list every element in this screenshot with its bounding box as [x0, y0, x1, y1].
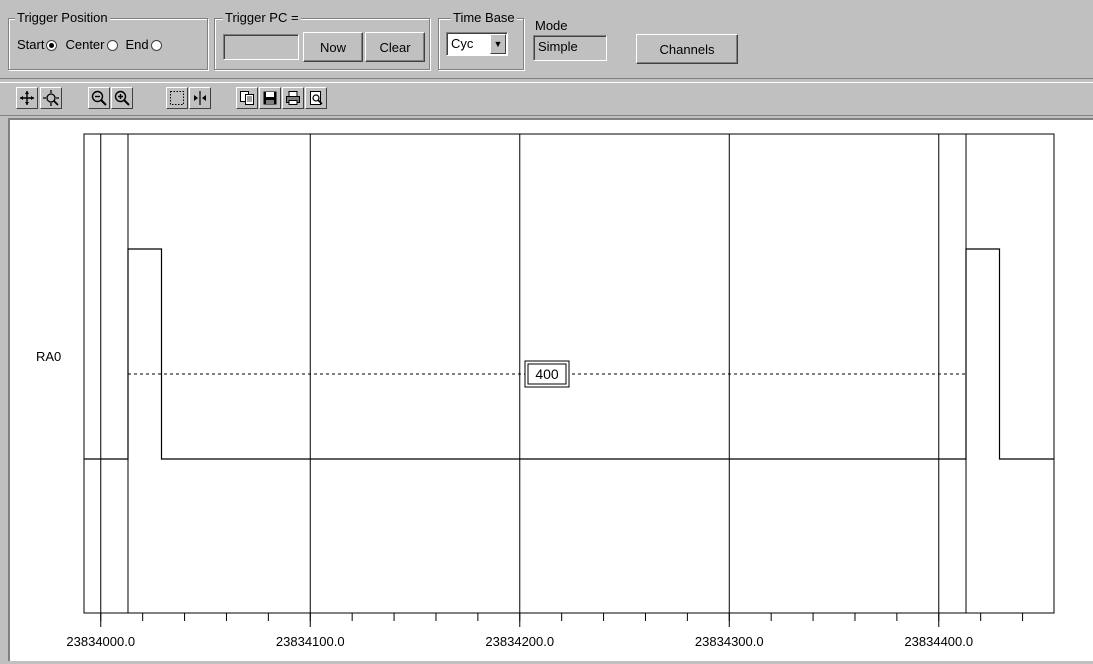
select-region-button[interactable]	[166, 87, 188, 109]
cursor-crosshair-button[interactable]	[16, 87, 38, 109]
channels-button[interactable]: Channels	[636, 34, 738, 64]
radio-center-label: Center	[65, 37, 105, 52]
time-base-group: Time Base Cyc ▼	[438, 10, 524, 70]
trigger-settings-bar: Trigger Position Start Center End Trigge…	[0, 0, 1093, 79]
zoom-in-icon	[114, 90, 130, 106]
trigger-position-group: Trigger Position Start Center End	[8, 10, 208, 70]
radio-start-label: Start	[17, 37, 45, 52]
print-button[interactable]	[282, 87, 304, 109]
save-button[interactable]	[259, 87, 281, 109]
zoom-in-button[interactable]	[111, 87, 133, 109]
zoom-fit-icon	[43, 90, 59, 106]
cursor-crosshair-icon	[20, 91, 34, 105]
channel-label: RA0	[36, 349, 61, 364]
select-region-icon	[170, 91, 184, 105]
copy-icon	[240, 91, 254, 105]
copy-button[interactable]	[236, 87, 258, 109]
print-icon	[286, 91, 300, 105]
time-base-legend: Time Base	[451, 10, 517, 26]
waveform-plot[interactable]: RA0 400 23834000.0 23834100.0 23834200.0 238…	[8, 118, 1093, 661]
toolbar	[0, 82, 1093, 116]
zoom-fit-button[interactable]	[40, 87, 62, 109]
mode-field: Simple	[533, 35, 607, 61]
save-icon	[263, 91, 277, 105]
measurement-value: 400	[535, 366, 559, 382]
print-preview-icon	[310, 91, 323, 105]
waveform-chart: RA0 400 23834000.0 23834100.0 23834200.0 238…	[36, 133, 1055, 649]
x-tick-label: 23834100.0	[276, 634, 345, 649]
marker-icon	[194, 91, 206, 105]
clear-button[interactable]: Clear	[365, 32, 425, 62]
print-preview-button[interactable]	[305, 87, 327, 109]
trigger-pc-legend: Trigger PC =	[223, 10, 301, 26]
time-base-select[interactable]: Cyc ▼	[446, 32, 508, 56]
x-tick-label: 23834200.0	[485, 634, 554, 649]
zoom-out-icon	[91, 90, 107, 106]
radio-end[interactable]	[150, 39, 162, 51]
radio-start[interactable]	[46, 39, 58, 51]
signal-trace-ra0	[84, 248, 1054, 460]
x-tick-label: 23834000.0	[66, 634, 135, 649]
trigger-pc-field[interactable]	[223, 34, 299, 60]
trigger-pc-group: Trigger PC = Now Clear	[214, 10, 430, 70]
trigger-position-options: Start Center End	[17, 37, 170, 53]
radio-center[interactable]	[106, 39, 118, 51]
marker-button[interactable]	[189, 87, 211, 109]
zoom-out-button[interactable]	[88, 87, 110, 109]
time-base-value: Cyc	[451, 36, 474, 51]
trigger-position-legend: Trigger Position	[15, 10, 110, 26]
chevron-down-icon[interactable]: ▼	[490, 34, 506, 54]
mode-label: Mode	[535, 18, 568, 33]
x-tick-label: 23834300.0	[695, 634, 764, 649]
now-button[interactable]: Now	[303, 32, 363, 62]
x-tick-label: 23834400.0	[904, 634, 973, 649]
radio-end-label: End	[125, 37, 149, 52]
